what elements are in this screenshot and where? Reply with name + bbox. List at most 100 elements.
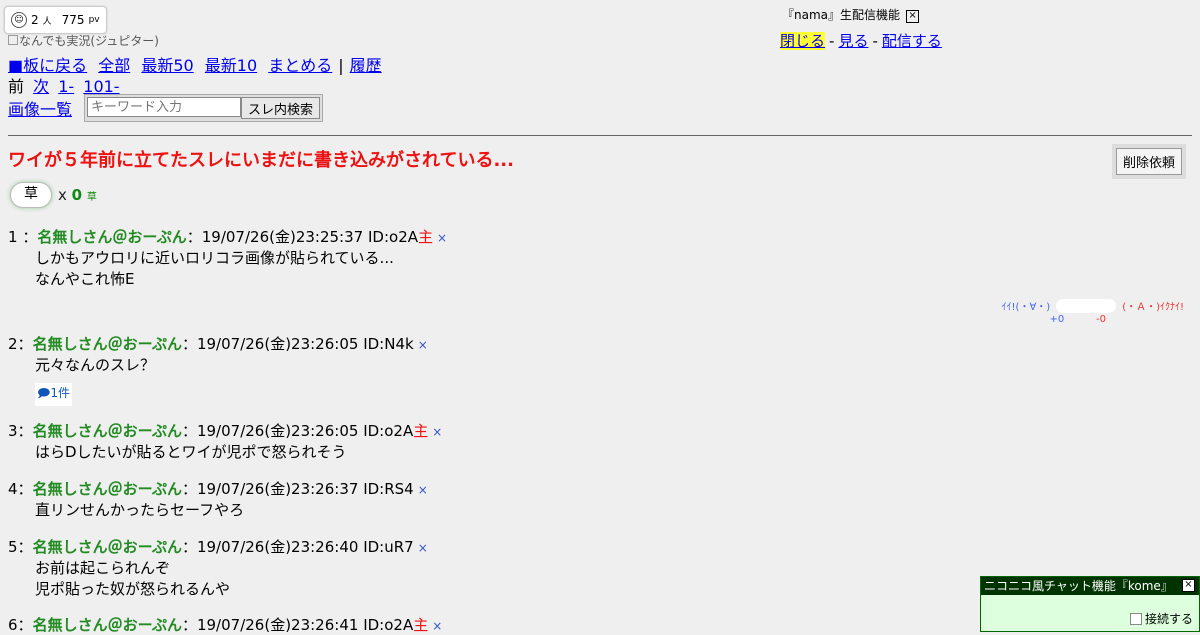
post-body-line: なんやこれ怖E (35, 270, 135, 288)
post-sep: ： (17, 480, 33, 498)
post-date: ：19/07/26(金)23:26:05 (181, 422, 359, 440)
hide-post-icon[interactable]: × (418, 541, 428, 555)
nama-close-icon[interactable]: × (906, 10, 920, 23)
post: 3：名無しさん＠おーぷん：19/07/26(金)23:26:05 ID:o2A主… (8, 420, 442, 463)
board-name: なんでも実況(ジュピター) (8, 32, 159, 49)
post-name: 名無しさん＠おーぷん (32, 422, 182, 440)
nama-sep: - (872, 32, 878, 50)
post-sep: ： (17, 422, 33, 440)
image-list-link[interactable]: 画像一覧 (8, 96, 72, 120)
post-id: ID:N4k (363, 335, 414, 353)
hide-post-icon[interactable]: × (432, 425, 442, 439)
post-number: 5 (8, 538, 18, 556)
nav-separator: | (338, 56, 344, 75)
nama-sep: - (829, 32, 835, 50)
smiley-icon: ☺ (11, 12, 27, 28)
post-date: ：19/07/26(金)23:26:41 (181, 616, 359, 634)
nama-close-link[interactable]: 閉じる (780, 32, 826, 50)
post-sep: ： (17, 616, 33, 634)
kusa-count: x 0 草 (58, 186, 97, 204)
hide-post-icon[interactable]: × (437, 231, 447, 245)
hide-post-icon[interactable]: × (418, 338, 428, 352)
chat-connect-toggle[interactable]: 接続する (1129, 610, 1193, 627)
chat-close-icon[interactable]: × (1182, 579, 1195, 592)
divider (8, 135, 1192, 136)
post-body-line: しかもアウロリに近いロリコラ画像が貼られている... (35, 249, 394, 267)
nama-watch-link[interactable]: 見る (838, 32, 868, 50)
post-number: 2 (8, 335, 18, 353)
reply-count-badge[interactable]: 🗩1件 (35, 383, 72, 406)
post-number: 6 (8, 616, 18, 634)
post-name: 名無しさん＠おーぷん (32, 480, 182, 498)
kusa-button[interactable]: 草 (10, 182, 52, 208)
kusa-count-value: 0 (71, 186, 83, 204)
post-id: ID:RS4 (363, 480, 414, 498)
post-name: 名無しさん＠おーぷん (32, 616, 182, 634)
post: 2：名無しさん＠おーぷん：19/07/26(金)23:26:05 ID:N4k ×… (8, 333, 428, 376)
post-sep: ： (17, 335, 33, 353)
post-id: ID:o2A (367, 228, 418, 246)
hide-post-icon[interactable]: × (432, 619, 442, 633)
thread-owner-badge: 主 (418, 228, 434, 246)
vote-good-button[interactable]: ｲｲ!(・∀・) (1002, 298, 1051, 313)
nama-broadcast-link[interactable]: 配信する (882, 32, 942, 50)
post-body-line: お前は起こられんぞ (35, 559, 171, 577)
kusa-widget: 草 x 0 草 (8, 180, 99, 210)
post: 4：名無しさん＠おーぷん：19/07/26(金)23:26:37 ID:RS4 ×… (8, 478, 428, 521)
search-input[interactable] (87, 97, 242, 117)
delete-request-box: 削除依頼 (1112, 144, 1187, 179)
post-body-line: 元々なんのスレ？ (35, 356, 156, 374)
post-sep: ： (17, 538, 33, 556)
nama-title: 『nama』生配信機能 × (782, 6, 920, 23)
vote-bad-button[interactable]: (・Ａ・)ｲｸﾅｲ! (1122, 298, 1184, 313)
thread-owner-badge: 主 (413, 616, 429, 634)
post: 1 ：名無しさん＠おーぷん：19/07/26(金)23:25:37 ID:o2A… (8, 226, 447, 290)
post-sep: ： (22, 228, 38, 246)
post-name: 名無しさん＠おーぷん (37, 228, 187, 246)
reply-count-text: 1件 (50, 386, 70, 400)
matome-link[interactable]: まとめる (268, 56, 332, 75)
pv-count: 775 (61, 13, 85, 27)
nama-title-text: 『nama』生配信機能 (782, 8, 901, 22)
history-link[interactable]: 履歴 (350, 56, 382, 75)
post-id: ID:o2A (363, 422, 414, 440)
search-form: スレ内検索 (84, 94, 324, 122)
post-date: ：19/07/26(金)23:26:40 (181, 538, 359, 556)
board-checkbox-icon (8, 35, 18, 45)
kusa-unit: 草 (86, 192, 97, 203)
latest10-link[interactable]: 最新10 (205, 56, 257, 75)
post-number: 1 (8, 228, 18, 246)
chat-title: ニコニコ風チャット機能『kome』 (984, 579, 1173, 593)
chat-connect-label: 接続する (1144, 612, 1193, 626)
chat-title-bar: ニコニコ風チャット機能『kome』 × (981, 577, 1199, 595)
kome-chat-panel: ニコニコ風チャット機能『kome』 × 接続する (980, 576, 1200, 632)
post-body-line: 直リンせんかったらセーフやろ (35, 501, 245, 519)
access-counter: ☺ 2人 775 pv (4, 6, 107, 34)
post: 6：名無しさん＠おーぷん：19/07/26(金)23:26:41 ID:o2A主… (8, 614, 442, 635)
vote-bar (1056, 298, 1117, 313)
post-number: 4 (8, 480, 18, 498)
post-name: 名無しさん＠おーぷん (32, 538, 182, 556)
thread-owner-badge: 主 (413, 422, 429, 440)
nama-links: 閉じる - 見る - 配信する (780, 30, 942, 51)
comment-icon: 🗩 (37, 386, 51, 400)
vote-widget: ｲｲ!(・∀・) (・Ａ・)ｲｸﾅｲ! +0 -0 (1002, 298, 1184, 325)
post-name: 名無しさん＠おーぷん (32, 335, 182, 353)
post-date: ：19/07/26(金)23:26:05 (181, 335, 359, 353)
thread-title: ワイが５年前に立てたスレにいまだに書き込みがされている... (8, 150, 514, 171)
kusa-x: x (58, 186, 67, 204)
vote-bad-count: -0 (1096, 314, 1106, 325)
post: 5：名無しさん＠おーぷん：19/07/26(金)23:26:40 ID:uR7 ×… (8, 536, 428, 600)
checkbox-icon[interactable] (1129, 612, 1142, 625)
search-button[interactable]: スレ内検索 (241, 97, 321, 119)
hide-post-icon[interactable]: × (418, 483, 428, 497)
latest50-link[interactable]: 最新50 (141, 56, 193, 75)
vote-good-count: +0 (1049, 314, 1065, 325)
post-body-line: 児ポ貼った奴が怒られるんや (35, 580, 231, 598)
post-id: ID:uR7 (363, 538, 414, 556)
post-date: ：19/07/26(金)23:26:37 (181, 480, 359, 498)
post-id: ID:o2A (363, 616, 414, 634)
delete-request-button[interactable]: 削除依頼 (1116, 148, 1183, 175)
people-unit: 人 (42, 16, 52, 27)
people-count: 2 (31, 13, 39, 27)
